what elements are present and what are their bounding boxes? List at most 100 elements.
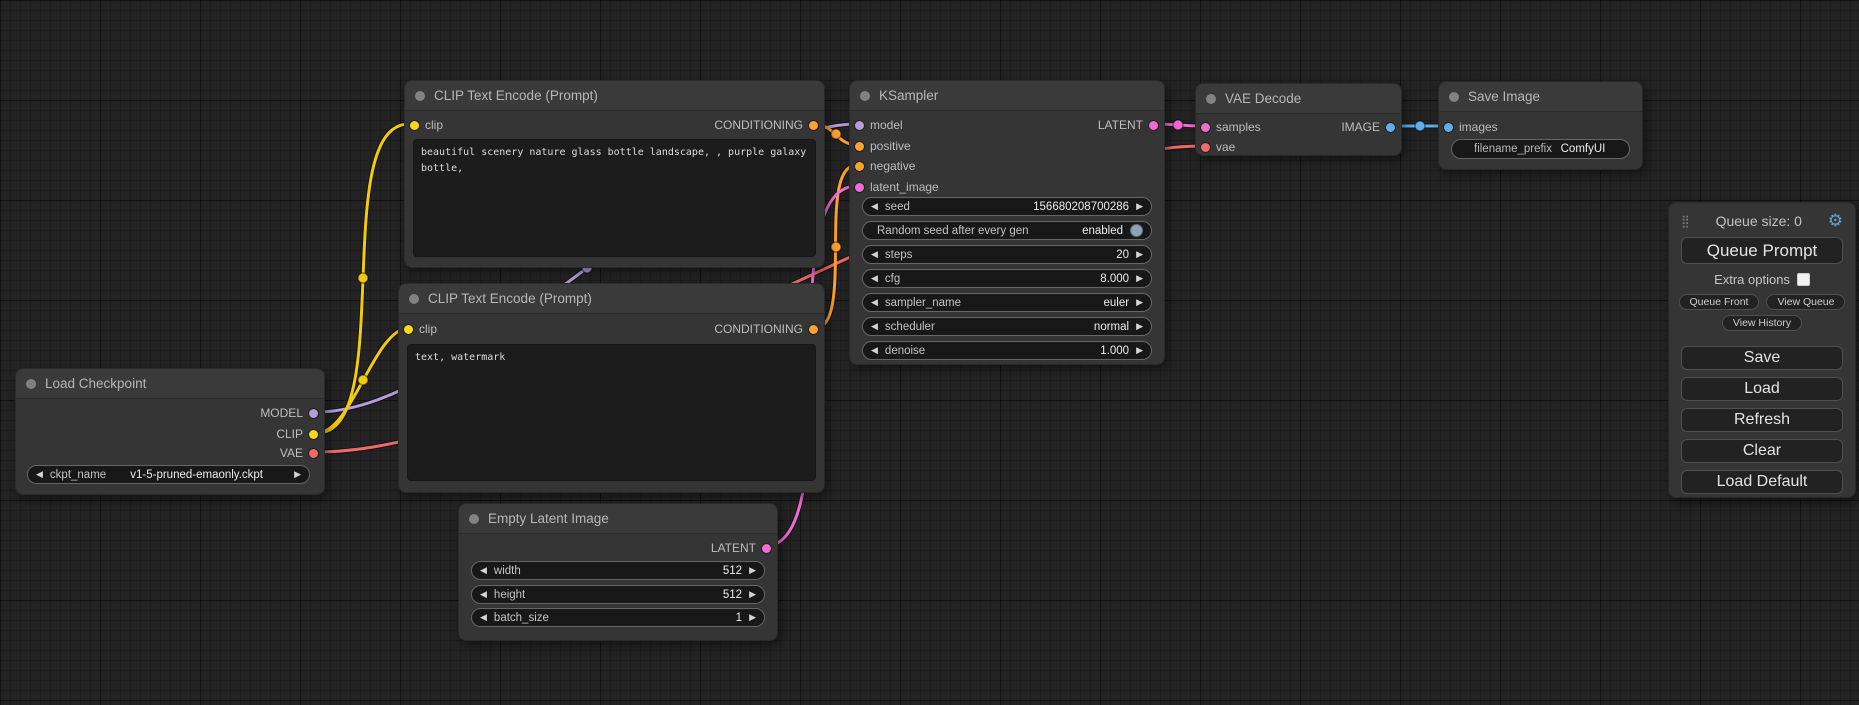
collapse-dot-icon[interactable] <box>409 294 419 304</box>
conditioning-slot-dot[interactable] <box>855 162 864 171</box>
queue-prompt-button[interactable]: Queue Prompt <box>1681 237 1843 264</box>
gear-icon[interactable]: ⚙ <box>1828 212 1843 229</box>
node-clip-text-encode-positive[interactable]: CLIP Text Encode (Prompt) clip CONDITION… <box>404 80 825 268</box>
latent-slot-dot[interactable] <box>762 544 771 553</box>
increment-arrow-icon[interactable]: ▶ <box>1136 346 1143 355</box>
node-header[interactable]: Load Checkpoint <box>16 369 324 399</box>
node-header[interactable]: KSampler <box>850 81 1164 111</box>
node-graph-canvas[interactable]: Load Checkpoint MODEL CLIP VAE ◀ ckpt_na… <box>0 0 1859 705</box>
clip-slot-dot[interactable] <box>309 430 318 439</box>
steps-widget[interactable]: ◀ steps 20 ▶ <box>862 245 1152 264</box>
model-slot-dot[interactable] <box>855 121 864 130</box>
toggle-enabled-icon[interactable] <box>1130 224 1143 237</box>
image-slot-dot[interactable] <box>1444 123 1453 132</box>
clip-slot-dot[interactable] <box>404 325 413 334</box>
view-queue-button[interactable]: View Queue <box>1766 294 1845 310</box>
conditioning-slot-dot[interactable] <box>809 121 818 130</box>
output-slot-conditioning[interactable]: CONDITIONING <box>714 319 818 339</box>
increment-arrow-icon[interactable]: ▶ <box>749 590 756 599</box>
positive-prompt-textarea[interactable]: beautiful scenery nature glass bottle la… <box>413 139 816 257</box>
collapse-dot-icon[interactable] <box>1206 94 1216 104</box>
cfg-widget[interactable]: ◀ cfg 8.000 ▶ <box>862 269 1152 288</box>
negative-prompt-textarea[interactable]: text, watermark <box>407 344 816 481</box>
increment-arrow-icon[interactable]: ▶ <box>1136 298 1143 307</box>
extra-options-checkbox[interactable] <box>1797 273 1810 286</box>
latent-slot-dot[interactable] <box>1149 121 1158 130</box>
output-slot-latent[interactable]: LATENT <box>711 538 771 558</box>
output-slot-clip[interactable]: CLIP <box>276 424 318 444</box>
node-header[interactable]: VAE Decode <box>1196 84 1401 114</box>
input-slot-vae[interactable]: vae <box>1201 137 1235 157</box>
collapse-dot-icon[interactable] <box>860 91 870 101</box>
model-slot-dot[interactable] <box>309 409 318 418</box>
clear-button[interactable]: Clear <box>1681 439 1843 463</box>
decrement-arrow-icon[interactable]: ◀ <box>871 274 878 283</box>
node-save-image[interactable]: Save Image images filename_prefix ComfyU… <box>1438 81 1643 170</box>
node-header[interactable]: CLIP Text Encode (Prompt) <box>405 81 824 111</box>
node-header[interactable]: CLIP Text Encode (Prompt) <box>399 284 824 314</box>
output-slot-model[interactable]: MODEL <box>260 403 318 423</box>
queue-panel[interactable]: ⣿ Queue size: 0 ⚙ Queue Prompt Extra opt… <box>1668 202 1856 498</box>
latent-slot-dot[interactable] <box>855 183 864 192</box>
output-slot-vae[interactable]: VAE <box>280 443 318 463</box>
input-slot-clip[interactable]: clip <box>404 319 437 339</box>
node-header[interactable]: Save Image <box>1439 82 1642 112</box>
width-widget[interactable]: ◀ width 512 ▶ <box>471 561 765 580</box>
decrement-arrow-icon[interactable]: ◀ <box>871 202 878 211</box>
input-slot-latent-image[interactable]: latent_image <box>855 177 939 197</box>
batch-size-widget[interactable]: ◀ batch_size 1 ▶ <box>471 608 765 627</box>
collapse-dot-icon[interactable] <box>415 91 425 101</box>
output-slot-image[interactable]: IMAGE <box>1341 117 1395 137</box>
conditioning-slot-dot[interactable] <box>855 142 864 151</box>
increment-arrow-icon[interactable]: ▶ <box>749 566 756 575</box>
node-load-checkpoint[interactable]: Load Checkpoint MODEL CLIP VAE ◀ ckpt_na… <box>15 368 325 495</box>
decrement-arrow-icon[interactable]: ◀ <box>871 322 878 331</box>
node-ksampler[interactable]: KSampler model positive negative latent_… <box>849 80 1165 365</box>
scheduler-widget[interactable]: ◀ scheduler normal ▶ <box>862 317 1152 336</box>
collapse-dot-icon[interactable] <box>26 379 36 389</box>
node-clip-text-encode-negative[interactable]: CLIP Text Encode (Prompt) clip CONDITION… <box>398 283 825 493</box>
decrement-arrow-icon[interactable]: ◀ <box>871 346 878 355</box>
increment-arrow-icon[interactable]: ▶ <box>1136 274 1143 283</box>
input-slot-clip[interactable]: clip <box>410 115 443 135</box>
increment-arrow-icon[interactable]: ▶ <box>294 470 301 479</box>
decrement-arrow-icon[interactable]: ◀ <box>36 470 43 479</box>
view-history-button[interactable]: View History <box>1722 315 1802 331</box>
input-slot-samples[interactable]: samples <box>1201 117 1261 137</box>
increment-arrow-icon[interactable]: ▶ <box>749 613 756 622</box>
conditioning-slot-dot[interactable] <box>809 325 818 334</box>
node-empty-latent-image[interactable]: Empty Latent Image LATENT ◀ width 512 ▶ … <box>458 503 778 641</box>
vae-slot-dot[interactable] <box>1201 143 1210 152</box>
clip-slot-dot[interactable] <box>410 121 419 130</box>
input-slot-positive[interactable]: positive <box>855 136 911 156</box>
decrement-arrow-icon[interactable]: ◀ <box>871 298 878 307</box>
denoise-widget[interactable]: ◀ denoise 1.000 ▶ <box>862 341 1152 360</box>
input-slot-images[interactable]: images <box>1444 117 1498 137</box>
input-slot-negative[interactable]: negative <box>855 156 915 176</box>
ckpt-name-widget[interactable]: ◀ ckpt_name v1-5-pruned-emaonly.ckpt ▶ <box>27 465 310 484</box>
collapse-dot-icon[interactable] <box>1449 92 1459 102</box>
drag-handle-icon[interactable]: ⣿ <box>1681 215 1690 227</box>
input-slot-model[interactable]: model <box>855 115 903 135</box>
increment-arrow-icon[interactable]: ▶ <box>1136 202 1143 211</box>
load-default-button[interactable]: Load Default <box>1681 470 1843 494</box>
decrement-arrow-icon[interactable]: ◀ <box>480 613 487 622</box>
vae-slot-dot[interactable] <box>309 449 318 458</box>
height-widget[interactable]: ◀ height 512 ▶ <box>471 585 765 604</box>
filename-prefix-widget[interactable]: filename_prefix ComfyUI <box>1451 139 1630 159</box>
output-slot-latent[interactable]: LATENT <box>1098 115 1158 135</box>
decrement-arrow-icon[interactable]: ◀ <box>480 566 487 575</box>
decrement-arrow-icon[interactable]: ◀ <box>871 250 878 259</box>
sampler-name-widget[interactable]: ◀ sampler_name euler ▶ <box>862 293 1152 312</box>
save-button[interactable]: Save <box>1681 346 1843 370</box>
increment-arrow-icon[interactable]: ▶ <box>1136 322 1143 331</box>
increment-arrow-icon[interactable]: ▶ <box>1136 250 1143 259</box>
decrement-arrow-icon[interactable]: ◀ <box>480 590 487 599</box>
node-header[interactable]: Empty Latent Image <box>459 504 777 534</box>
latent-slot-dot[interactable] <box>1201 123 1210 132</box>
queue-front-button[interactable]: Queue Front <box>1679 294 1760 310</box>
load-button[interactable]: Load <box>1681 377 1843 401</box>
refresh-button[interactable]: Refresh <box>1681 408 1843 432</box>
output-slot-conditioning[interactable]: CONDITIONING <box>714 115 818 135</box>
random-seed-toggle-widget[interactable]: Random seed after every gen enabled <box>862 221 1152 240</box>
